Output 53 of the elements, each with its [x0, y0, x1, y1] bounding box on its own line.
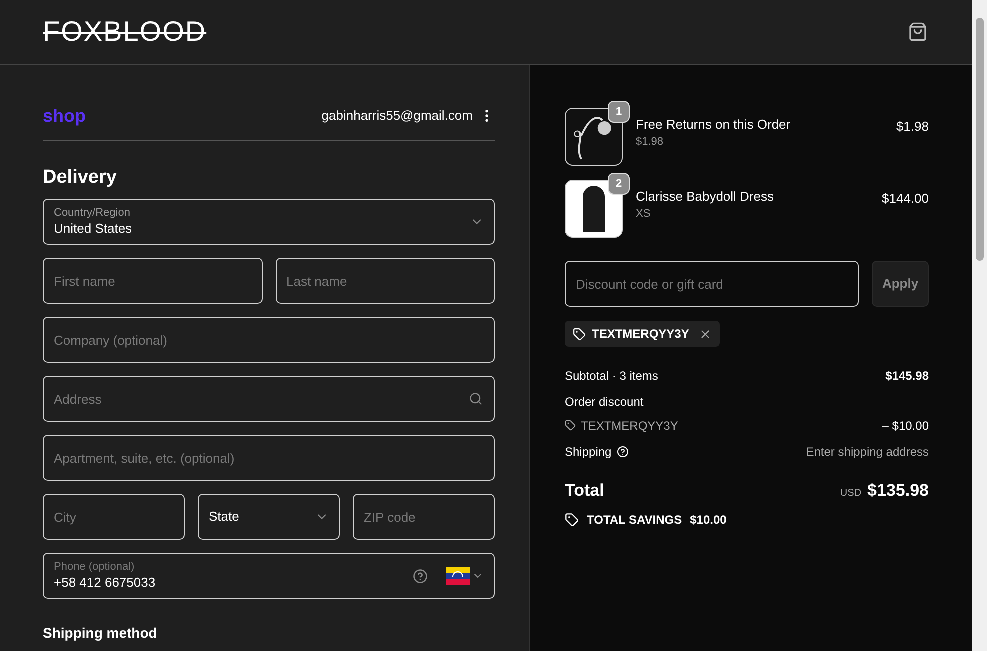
shopping-bag-icon[interactable]: [908, 22, 928, 42]
tag-icon: [565, 513, 579, 527]
summary-label: Shipping: [565, 444, 612, 460]
input-field[interactable]: Apartment, suite, etc. (optional): [43, 435, 495, 481]
flag-icon[interactable]: [446, 567, 470, 585]
section-title: Delivery: [43, 168, 118, 187]
quantity-badge: 2: [608, 173, 630, 195]
field-label: Phone (optional): [54, 561, 136, 575]
total-value: $135.98: [868, 480, 929, 502]
section-title: Shipping method: [43, 624, 158, 643]
tag-icon: [573, 328, 586, 340]
search-icon: [469, 392, 483, 406]
scrollbar[interactable]: [972, 0, 987, 651]
address-field[interactable]: Address: [43, 376, 495, 422]
savings-value: $10.00: [690, 512, 727, 529]
discount-code: TEXTMERQYY3Y: [592, 326, 690, 343]
discount-code: TEXTMERQYY3Y: [581, 418, 678, 434]
summary-value: $145.98: [886, 368, 929, 384]
flower-drawing: [565, 108, 623, 166]
input-field[interactable]: City: [43, 494, 185, 540]
apply-button[interactable]: Apply: [872, 261, 929, 307]
discount-field[interactable]: Discount code or gift card: [565, 261, 859, 307]
input-field[interactable]: ZIP code: [353, 494, 495, 540]
field-value: +58 412 6675033: [54, 574, 157, 591]
savings-label: TOTAL SAVINGS: [587, 512, 682, 529]
product-price: $1.98: [896, 118, 929, 136]
photo-placeholder: [565, 180, 623, 238]
summary-value: Enter shipping address: [806, 444, 929, 460]
product-price: $144.00: [882, 190, 929, 208]
field-value: State: [209, 508, 240, 526]
product-name: Free Returns on this Order: [636, 117, 792, 134]
close-icon[interactable]: [699, 328, 712, 340]
brand-logo[interactable]: FOXBLOOD: [43, 18, 207, 46]
product-name: Clarisse Babydoll Dress: [636, 189, 775, 206]
total-label: Total: [565, 480, 604, 502]
summary-value: – $10.00: [882, 418, 929, 434]
input-field[interactable]: First name: [43, 258, 262, 304]
input-field[interactable]: Last name: [276, 258, 495, 304]
phone-field[interactable]: Phone (optional) +58 412 6675033: [43, 553, 495, 599]
summary-label: Order discount: [565, 394, 645, 410]
input-field[interactable]: Company (optional): [43, 317, 495, 363]
tag-icon: [565, 420, 576, 431]
product-detail: $1.98: [636, 136, 665, 150]
field-value: United States: [54, 220, 134, 237]
account-email: gabinharris55@gmail.com: [322, 107, 473, 126]
product-detail: XS: [636, 208, 652, 222]
select-field[interactable]: State: [198, 494, 340, 540]
shop-logo: shop: [43, 104, 86, 128]
select-field[interactable]: Country/Region United States: [43, 199, 495, 245]
field-label: Country/Region: [54, 207, 132, 221]
currency-code: USD: [840, 486, 862, 500]
summary-label: Subtotal · 3 items: [565, 368, 658, 384]
quantity-badge: 1: [608, 101, 630, 123]
